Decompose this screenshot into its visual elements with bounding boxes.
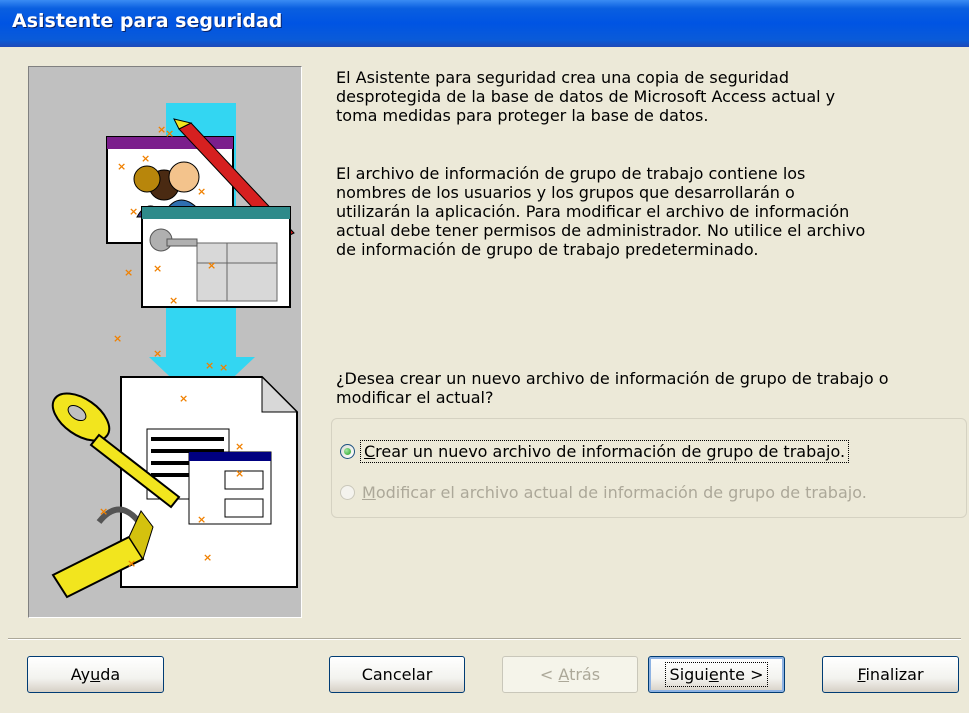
svg-text:×: × <box>169 294 178 307</box>
svg-text:×: × <box>117 160 126 173</box>
help-button[interactable]: Ayuda <box>27 656 164 693</box>
button-separator <box>8 638 961 640</box>
window-title: Asistente para seguridad <box>12 10 283 32</box>
workgroup-info-paragraph: El archivo de información de grupo de tr… <box>336 164 866 259</box>
svg-text:×: × <box>197 185 206 198</box>
svg-text:×: × <box>219 361 228 374</box>
title-bar[interactable]: Asistente para seguridad <box>0 0 969 47</box>
svg-text:×: × <box>179 392 188 405</box>
back-button[interactable]: < Atrás <box>502 656 638 693</box>
svg-text:×: × <box>235 467 244 480</box>
svg-text:×: × <box>99 505 108 518</box>
option-modify-current-label[interactable]: Modificar el archivo actual de informaci… <box>362 483 867 502</box>
next-button[interactable]: Siguiente > <box>648 656 785 693</box>
svg-text:×: × <box>165 127 174 140</box>
svg-text:×: × <box>124 266 133 279</box>
svg-text:×: × <box>153 347 162 360</box>
option-create-new-label[interactable]: Crear un nuevo archivo de información de… <box>359 439 850 463</box>
database-form-icon <box>141 206 291 308</box>
svg-text:×: × <box>197 513 206 526</box>
question-text: ¿Desea crear un nuevo archivo de informa… <box>336 369 889 407</box>
svg-text:×: × <box>113 332 122 345</box>
svg-text:×: × <box>129 205 138 218</box>
radio-modify-current[interactable] <box>340 484 355 500</box>
radio-create-new[interactable] <box>340 443 355 459</box>
svg-text:×: × <box>153 262 162 275</box>
option-create-new[interactable]: Crear un nuevo archivo de información de… <box>340 439 850 463</box>
intro-paragraph: El Asistente para seguridad crea una cop… <box>336 68 836 125</box>
svg-text:×: × <box>127 557 136 570</box>
svg-text:×: × <box>141 152 150 165</box>
svg-text:×: × <box>203 551 212 564</box>
svg-text:×: × <box>207 259 216 272</box>
option-modify-current[interactable]: Modificar el archivo actual de informaci… <box>340 480 867 504</box>
cancel-button[interactable]: Cancelar <box>329 656 465 693</box>
finish-button[interactable]: Finalizar <box>822 656 959 693</box>
svg-text:×: × <box>205 359 214 372</box>
svg-text:×: × <box>235 440 244 453</box>
security-wizard-illustration: × × × × × × × × × × × × × × × × × × × × × <box>28 66 302 618</box>
